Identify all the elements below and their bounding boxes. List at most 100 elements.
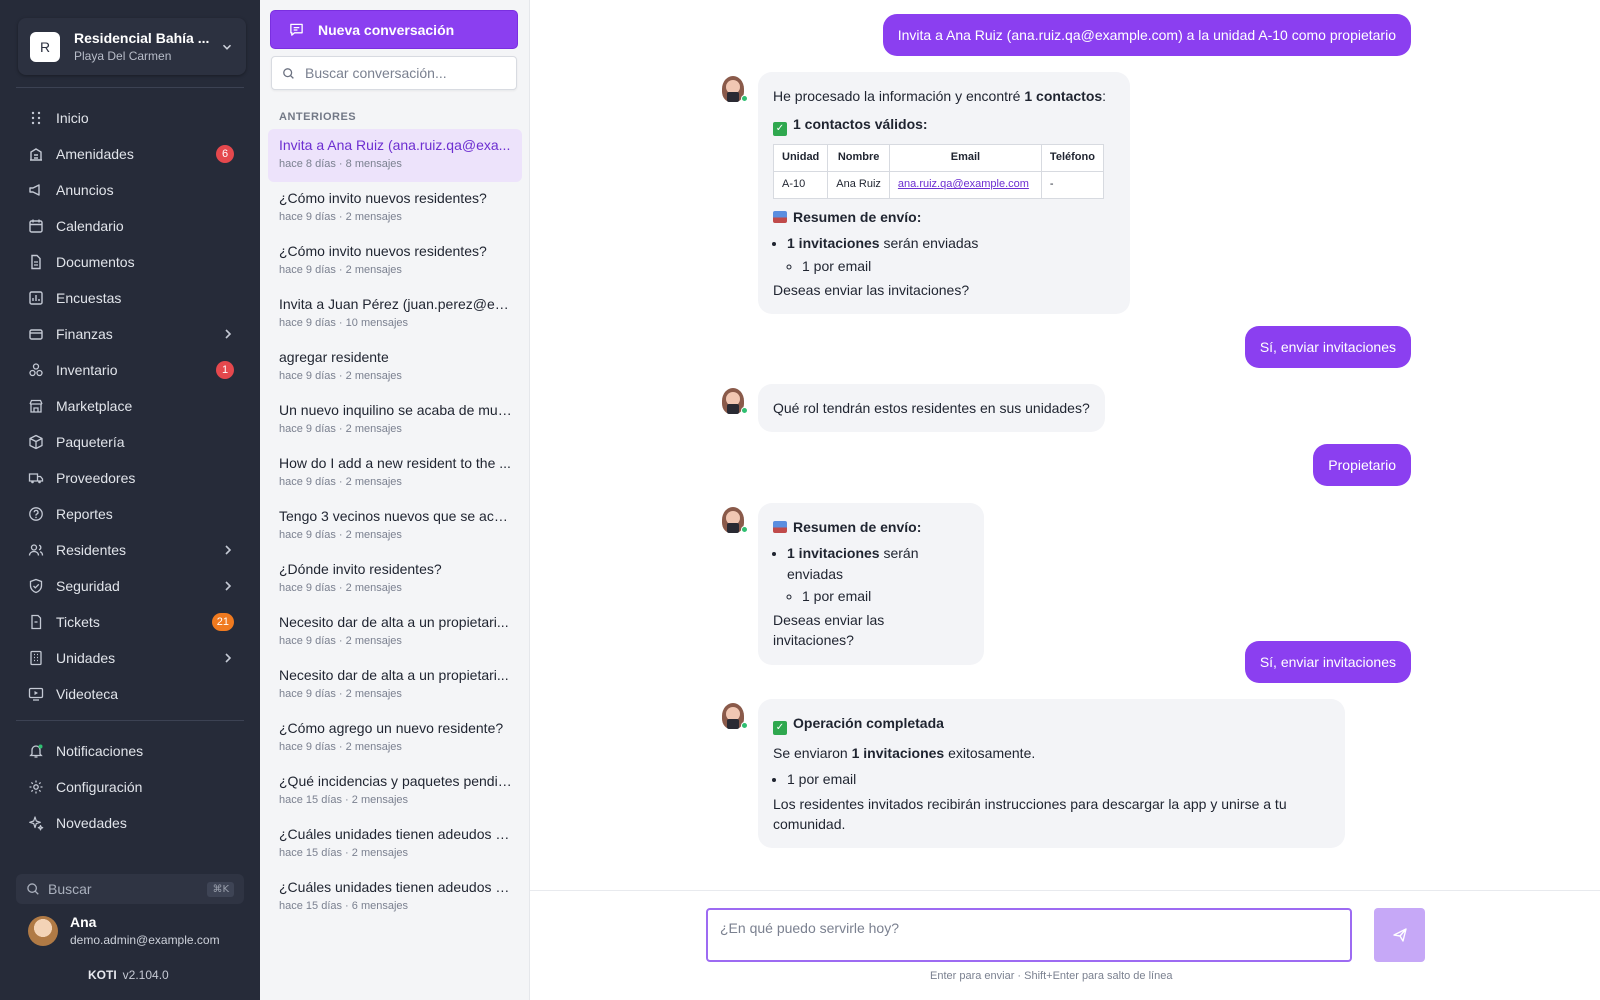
conversation-item[interactable]: ¿Qué incidencias y paquetes pendie... hac… <box>268 765 522 818</box>
building-icon <box>30 148 42 161</box>
sidebar-item-label: Anuncios <box>56 182 114 198</box>
sidebar-item-proveedores[interactable]: Proveedores <box>16 460 246 496</box>
poll-icon <box>29 291 43 305</box>
conversation-meta: hace 9 días · 2 mensajes <box>279 529 402 541</box>
gear-icon <box>29 780 43 794</box>
sidebar-item-label: Seguridad <box>56 578 120 594</box>
text-segment: He procesado la información y encontré <box>773 88 1025 104</box>
conversation-title: How do I add a new resident to the ... <box>279 455 511 471</box>
conversation-search-input[interactable]: Buscar conversación... <box>271 56 517 90</box>
chevron-right-icon <box>225 545 232 555</box>
online-indicator <box>741 95 748 102</box>
conversation-item[interactable]: ¿Cómo agrego un nuevo residente? hace 9 d… <box>268 712 522 765</box>
global-search-label: Buscar <box>48 881 92 897</box>
conversation-item[interactable]: Invita a Ana Ruiz (ana.ruiz.qa@exa... hac… <box>268 129 522 182</box>
sidebar-item-label: Documentos <box>56 254 135 270</box>
list-item: 1 por email <box>802 256 1115 276</box>
assistant-bubble: ✓ Operación completada Se enviaron 1 invi… <box>758 699 1345 849</box>
text-segment: : <box>1102 88 1107 104</box>
sidebar-item-inicio[interactable]: Inicio <box>16 100 246 136</box>
sidebar-item-marketplace[interactable]: Marketplace <box>16 388 246 424</box>
sidebar-item-reportes[interactable]: Reportes <box>16 496 246 532</box>
text-bold: Operación completada <box>793 715 944 731</box>
conversation-meta: hace 9 días · 2 mensajes <box>279 211 402 223</box>
conversation-item[interactable]: Tengo 3 vecinos nuevos que se aca... hace… <box>268 500 522 553</box>
sidebar-item-inventario[interactable]: Inventario 1 <box>16 352 246 388</box>
summary-heading: Resumen de envío: <box>773 207 1115 227</box>
sidebar-item-label: Notificaciones <box>56 743 144 759</box>
conversation-item[interactable]: ¿Cómo invito nuevos residentes? hace 9 dí… <box>268 235 522 288</box>
sidebar: R Residencial Bahía ... Playa Del Carmen… <box>0 0 260 1000</box>
organization-switcher[interactable]: R Residencial Bahía ... Playa Del Carmen <box>18 18 246 75</box>
divider <box>16 720 244 721</box>
sidebar-item-videoteca[interactable]: Videoteca <box>16 676 246 712</box>
email-link[interactable]: ana.ruiz.qa@example.com <box>898 178 1029 190</box>
main-nav: Inicio Amenidades 6 Anuncios Calendario … <box>0 100 260 712</box>
new-conversation-button[interactable]: Nueva conversación <box>271 11 517 48</box>
count-badge: 1 <box>216 361 234 379</box>
avatar <box>28 915 58 946</box>
conversation-title: ¿Cuáles unidades tienen adeudos v... <box>279 826 512 842</box>
conversation-item[interactable]: Un nuevo inquilino se acaba de mud... hac… <box>268 394 522 447</box>
online-indicator <box>741 722 748 729</box>
count-badge: 6 <box>216 145 234 163</box>
send-button[interactable] <box>1374 908 1425 962</box>
summary-list: 1 invitaciones serán enviadas 1 por emai… <box>787 543 969 606</box>
conversation-item[interactable]: ¿Cuáles unidades tienen adeudos v... hace… <box>268 818 522 871</box>
message-input[interactable]: ¿En qué puedo servirle hoy? <box>706 908 1352 962</box>
sidebar-item-novedades[interactable]: Novedades <box>16 805 246 841</box>
conversation-title: Necesito dar de alta a un propietari... <box>279 667 509 683</box>
sidebar-item-documentos[interactable]: Documentos <box>16 244 246 280</box>
sidebar-item-amenidades[interactable]: Amenidades 6 <box>16 136 246 172</box>
sidebar-item-seguridad[interactable]: Seguridad <box>16 568 246 604</box>
sidebar-item-finanzas[interactable]: Finanzas <box>16 316 246 352</box>
conversation-meta: hace 9 días · 2 mensajes <box>279 264 402 276</box>
sidebar-item-unidades[interactable]: Unidades <box>16 640 246 676</box>
global-search[interactable]: Buscar ⌘K <box>16 874 244 904</box>
table-row: A-10 Ana Ruiz ana.ruiz.qa@example.com - <box>772 171 1104 200</box>
conversation-item[interactable]: ¿Cómo invito nuevos residentes? hace 9 dí… <box>268 182 522 235</box>
conversation-item[interactable]: Necesito dar de alta a un propietari... h… <box>268 659 522 712</box>
chat-area: Invita a Ana Ruiz (ana.ruiz.qa@example.c… <box>530 0 1600 1000</box>
sidebar-item-label: Tickets <box>56 614 100 630</box>
sidebar-item-configuracion[interactable]: Configuración <box>16 769 246 805</box>
conversation-title: ¿Cómo invito nuevos residentes? <box>279 243 487 259</box>
organization-logo: R <box>30 31 60 62</box>
user-message: Sí, enviar invitaciones <box>1244 641 1411 683</box>
conversation-item[interactable]: Invita a Juan Pérez (juan.perez@ex... hac… <box>268 288 522 341</box>
text-bold: Resumen de envío: <box>793 519 922 535</box>
inbox-tray-icon <box>773 211 787 224</box>
sidebar-item-label: Calendario <box>56 218 124 234</box>
text-bold: 1 invitaciones <box>851 745 945 761</box>
secondary-nav: Notificaciones Configuración Novedades <box>0 733 260 841</box>
conversation-item[interactable]: ¿Dónde invito residentes? hace 9 días · 2… <box>268 553 522 606</box>
conversation-item[interactable]: Necesito dar de alta a un propietari... h… <box>268 606 522 659</box>
conversation-title: Invita a Juan Pérez (juan.perez@ex... <box>279 296 512 312</box>
table-header-row: Unidad Nombre Email Teléfono <box>772 144 1104 173</box>
sidebar-item-encuestas[interactable]: Encuestas <box>16 280 246 316</box>
sidebar-item-paqueteria[interactable]: Paquetería <box>16 424 246 460</box>
conversation-item[interactable]: How do I add a new resident to the ... ha… <box>268 447 522 500</box>
conversation-title: Tengo 3 vecinos nuevos que se aca... <box>279 508 512 524</box>
conversation-panel: Nueva conversación Buscar conversación..… <box>260 0 530 1000</box>
conversation-meta: hace 9 días · 2 mensajes <box>279 476 402 488</box>
app-version: KOTI v2.104.0 <box>88 968 169 982</box>
grid-icon <box>31 111 41 125</box>
conversation-item[interactable]: ¿Cuáles unidades tienen adeudos v... hace… <box>268 871 522 924</box>
conversation-list: Invita a Ana Ruiz (ana.ruiz.qa@exa... hac… <box>268 129 522 924</box>
composer-divider <box>530 890 1600 891</box>
text-bold: Resumen de envío: <box>793 209 922 226</box>
message-input-placeholder: ¿En qué puedo servirle hoy? <box>720 920 899 936</box>
table-cell: A-10 <box>772 171 829 200</box>
user-profile[interactable]: Ana demo.admin@example.com <box>28 914 220 947</box>
sidebar-item-label: Configuración <box>56 779 143 795</box>
assistant-avatar <box>718 505 748 535</box>
sidebar-item-tickets[interactable]: Tickets 21 <box>16 604 246 640</box>
assistant-avatar <box>718 701 748 731</box>
sidebar-item-notificaciones[interactable]: Notificaciones <box>16 733 246 769</box>
sidebar-item-residentes[interactable]: Residentes <box>16 532 246 568</box>
sidebar-item-calendario[interactable]: Calendario <box>16 208 246 244</box>
conversation-item[interactable]: agregar residente hace 9 días · 2 mensaje… <box>268 341 522 394</box>
sidebar-item-anuncios[interactable]: Anuncios <box>16 172 246 208</box>
input-hint: Enter para enviar · Shift+Enter para sal… <box>930 970 1173 982</box>
